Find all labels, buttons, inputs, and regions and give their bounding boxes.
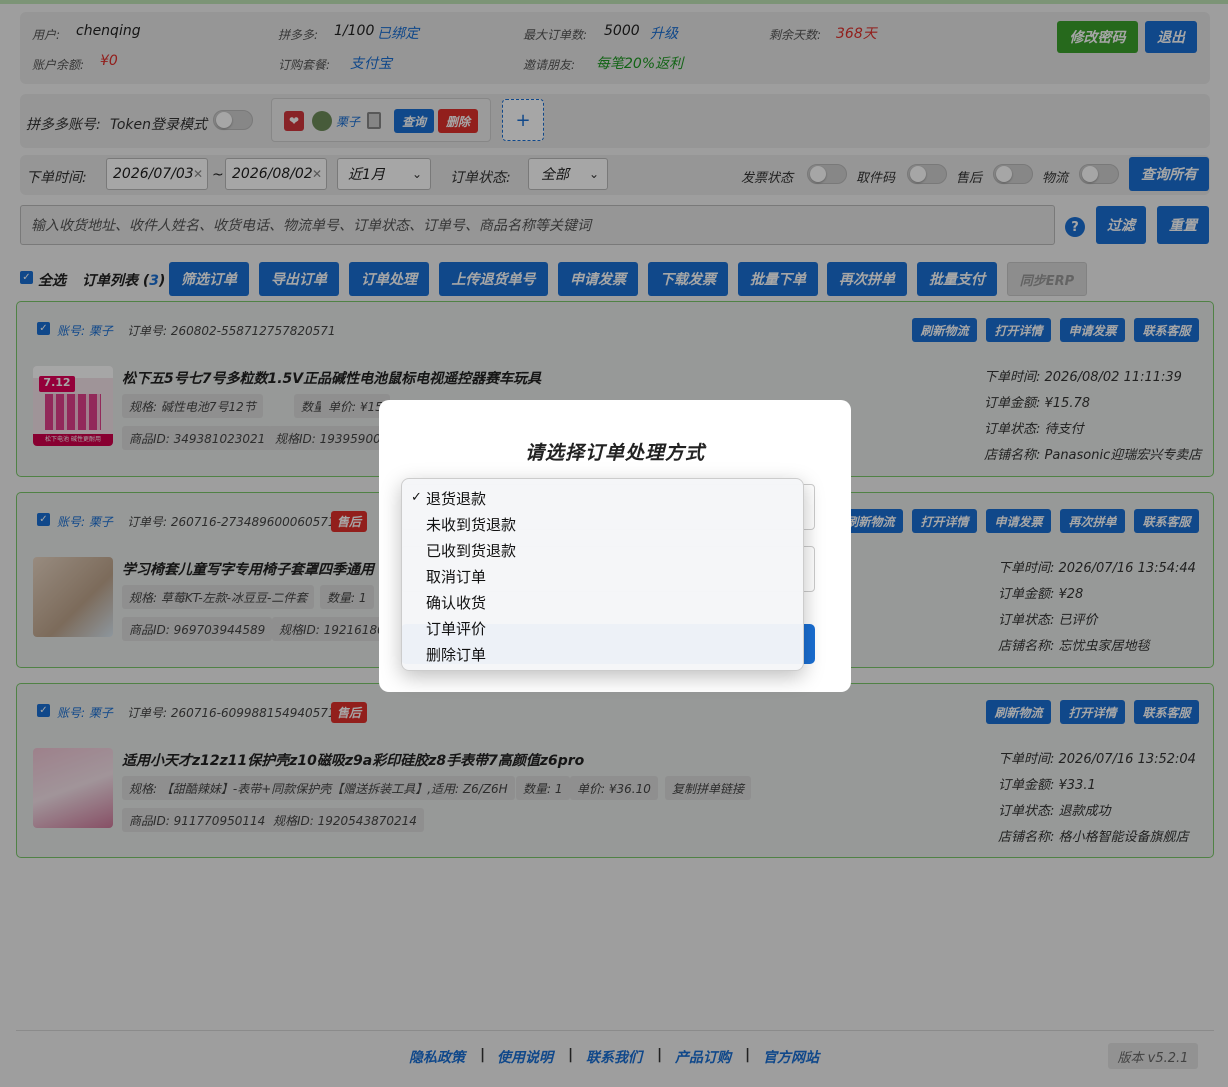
checkmark-icon: ✓ (411, 490, 422, 505)
modal-title: 请选择订单处理方式 (524, 442, 705, 464)
option-cancel-order[interactable]: 取消订单 (426, 566, 486, 587)
option-confirm-receipt[interactable]: 确认收货 (426, 592, 486, 613)
option-return-refund[interactable]: 退货退款 (426, 488, 486, 509)
option-refund-received[interactable]: 已收到货退款 (426, 540, 516, 561)
action-dropdown-list: ✓ 退货退款 未收到货退款 已收到货退款 取消订单 确认收货 订单评价 删除订单 (401, 478, 804, 671)
option-review-order[interactable]: 订单评价 (426, 618, 486, 639)
option-refund-not-received[interactable]: 未收到货退款 (426, 514, 516, 535)
option-delete-order[interactable]: 删除订单 (426, 644, 486, 665)
